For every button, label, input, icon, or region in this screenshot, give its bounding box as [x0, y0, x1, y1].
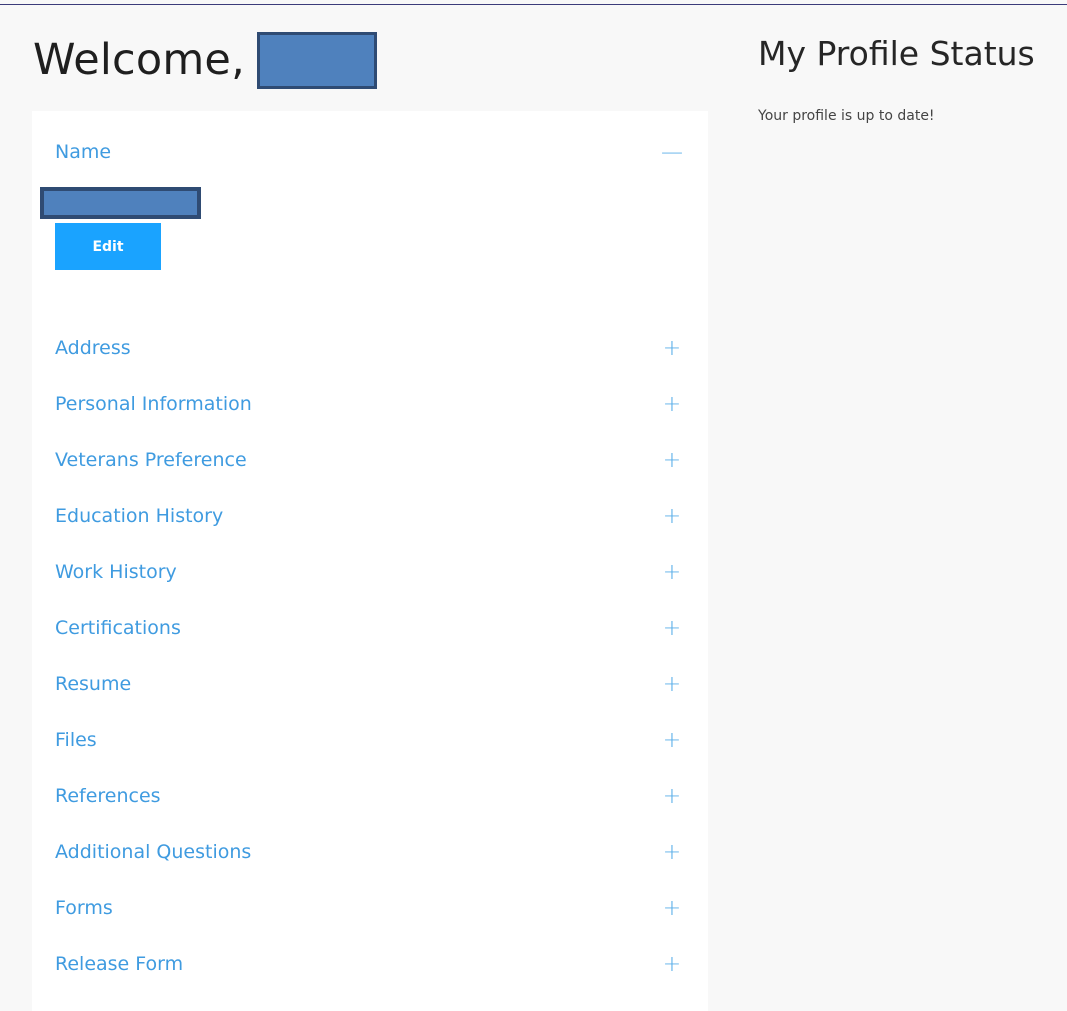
- section-references[interactable]: References +: [55, 781, 683, 811]
- section-education-history[interactable]: Education History +: [55, 501, 683, 531]
- section-label: Address: [55, 337, 131, 359]
- section-label: Work History: [55, 561, 177, 583]
- section-work-history[interactable]: Work History +: [55, 557, 683, 587]
- profile-status-title: My Profile Status: [758, 34, 1035, 73]
- expand-icon[interactable]: +: [661, 560, 683, 585]
- section-label: Resume: [55, 673, 132, 695]
- section-resume[interactable]: Resume +: [55, 669, 683, 699]
- expand-icon[interactable]: +: [661, 392, 683, 417]
- section-label: Veterans Preference: [55, 449, 247, 471]
- section-name[interactable]: Name —: [55, 137, 683, 167]
- expand-icon[interactable]: +: [661, 728, 683, 753]
- section-address[interactable]: Address +: [55, 333, 683, 363]
- expand-icon[interactable]: +: [661, 840, 683, 865]
- expand-icon[interactable]: +: [661, 896, 683, 921]
- section-label: Education History: [55, 505, 224, 527]
- collapse-icon[interactable]: —: [661, 140, 683, 165]
- section-label: Release Form: [55, 953, 184, 975]
- section-label: Additional Questions: [55, 841, 252, 863]
- redacted-user-name: [256, 31, 377, 89]
- edit-name-button[interactable]: Edit: [55, 223, 161, 270]
- expand-icon[interactable]: +: [661, 616, 683, 641]
- redacted-name-value: [40, 187, 201, 219]
- section-additional-questions[interactable]: Additional Questions +: [55, 837, 683, 867]
- section-label: Certifications: [55, 617, 181, 639]
- section-label: Files: [55, 729, 97, 751]
- section-files[interactable]: Files +: [55, 725, 683, 755]
- welcome-greeting: Welcome,: [33, 35, 245, 85]
- expand-icon[interactable]: +: [661, 952, 683, 977]
- section-label: References: [55, 785, 161, 807]
- welcome-heading: Welcome,: [33, 30, 377, 90]
- section-label: Name: [55, 141, 112, 163]
- section-certifications[interactable]: Certifications +: [55, 613, 683, 643]
- profile-status-message: Your profile is up to date!: [758, 108, 935, 124]
- section-label: Forms: [55, 897, 113, 919]
- expand-icon[interactable]: +: [661, 504, 683, 529]
- expand-icon[interactable]: +: [661, 336, 683, 361]
- section-personal-information[interactable]: Personal Information +: [55, 389, 683, 419]
- section-label: Personal Information: [55, 393, 252, 415]
- top-border: [0, 4, 1067, 5]
- expand-icon[interactable]: +: [661, 784, 683, 809]
- section-release-form[interactable]: Release Form +: [55, 949, 683, 979]
- expand-icon[interactable]: +: [661, 672, 683, 697]
- profile-sections-panel: Name — Edit Address + Personal Informati…: [32, 111, 708, 1011]
- expand-icon[interactable]: +: [661, 448, 683, 473]
- section-forms[interactable]: Forms +: [55, 893, 683, 923]
- section-veterans-preference[interactable]: Veterans Preference +: [55, 445, 683, 475]
